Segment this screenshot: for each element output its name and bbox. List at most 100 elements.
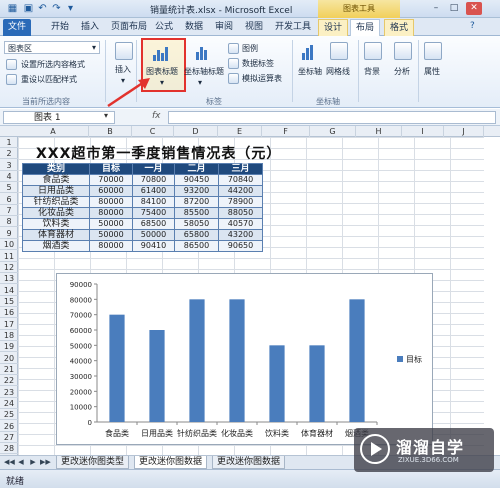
tab-developer[interactable]: 开发工具 — [270, 19, 316, 36]
minimize-button[interactable]: – — [428, 2, 444, 15]
table-header[interactable]: 类别 — [22, 163, 90, 175]
quick-access-dropdown-icon[interactable]: ▾ — [64, 2, 77, 15]
row-header[interactable]: 3 — [0, 160, 18, 171]
value-cell[interactable]: 70800 — [132, 174, 175, 186]
row-header[interactable]: 16 — [0, 307, 18, 319]
function-icon[interactable]: fx — [152, 111, 161, 121]
row-header[interactable]: 14 — [0, 285, 18, 296]
properties-button[interactable]: 属性 — [424, 66, 440, 77]
value-cell[interactable]: 70000 — [89, 174, 133, 186]
reset-style-button[interactable]: 重设以匹配样式 — [21, 74, 77, 85]
row-header[interactable]: 12 — [0, 262, 18, 273]
sheet-tab[interactable]: 更改迷你图数据 — [212, 456, 286, 469]
category-cell[interactable]: 针纺织品类 — [22, 196, 90, 208]
value-cell[interactable]: 85500 — [174, 207, 219, 219]
row-header[interactable]: 15 — [0, 296, 18, 307]
help-icon[interactable]: ? — [470, 21, 475, 31]
value-cell[interactable]: 50000 — [132, 229, 175, 241]
category-cell[interactable]: 饮料类 — [22, 218, 90, 230]
row-header[interactable]: 2 — [0, 148, 18, 160]
column-header[interactable]: J — [444, 126, 484, 137]
row-header[interactable]: 20 — [0, 353, 18, 364]
column-header[interactable]: G — [310, 126, 356, 137]
value-cell[interactable]: 80000 — [89, 240, 133, 252]
value-cell[interactable]: 86500 — [174, 240, 219, 252]
tab-insert[interactable]: 插入 — [76, 19, 104, 36]
value-cell[interactable]: 50000 — [89, 229, 133, 241]
legend-button[interactable]: 图例 — [242, 43, 258, 54]
value-cell[interactable]: 84100 — [132, 196, 175, 208]
category-cell[interactable]: 食品类 — [22, 174, 90, 186]
insert-button[interactable]: 插入 — [115, 64, 131, 75]
row-header[interactable]: 28 — [0, 443, 18, 455]
maximize-button[interactable]: □ — [446, 2, 462, 15]
row-header[interactable]: 21 — [0, 364, 18, 375]
value-cell[interactable]: 87200 — [174, 196, 219, 208]
column-chart[interactable]: 0 10000 20000 30000 40000 50000 60000 70000 8000… — [56, 273, 433, 445]
tab-formulas[interactable]: 公式 — [150, 19, 178, 36]
row-header[interactable]: 22 — [0, 375, 18, 387]
next-sheet-icon[interactable]: ▶ — [28, 457, 38, 468]
column-header[interactable]: F — [262, 126, 310, 137]
value-cell[interactable]: 93200 — [174, 185, 219, 197]
row-header[interactable]: 10 — [0, 239, 18, 251]
category-cell[interactable]: 日用品类 — [22, 185, 90, 197]
column-header[interactable]: H — [356, 126, 402, 137]
category-cell[interactable]: 体育器材 — [22, 229, 90, 241]
value-cell[interactable]: 40570 — [218, 218, 263, 230]
row-header[interactable]: 23 — [0, 387, 18, 398]
chart-element-dropdown[interactable]: 图表区 ▾ — [4, 41, 100, 54]
axes-button[interactable]: 坐标轴 — [298, 66, 322, 77]
tab-layout[interactable]: 布局 — [350, 19, 381, 36]
category-cell[interactable]: 化妆品类 — [22, 207, 90, 219]
chevron-down-icon[interactable]: ▾ — [104, 111, 108, 120]
prev-sheet-icon[interactable]: ◀ — [16, 457, 26, 468]
background-button[interactable]: 背景 — [364, 66, 380, 77]
row-header[interactable]: 17 — [0, 319, 18, 330]
data-labels-button[interactable]: 数据标签 — [242, 58, 274, 69]
redo-icon[interactable]: ↷ — [50, 2, 63, 15]
analysis-button[interactable]: 分析 — [394, 66, 410, 77]
row-header[interactable]: 25 — [0, 409, 18, 421]
gridlines-button[interactable]: 网格线 — [326, 66, 350, 77]
row-header[interactable]: 1 — [0, 137, 18, 148]
first-sheet-icon[interactable]: ◀◀ — [4, 457, 15, 468]
value-cell[interactable]: 61400 — [132, 185, 175, 197]
value-cell[interactable]: 68500 — [132, 218, 175, 230]
column-header[interactable]: E — [218, 126, 262, 137]
undo-icon[interactable]: ↶ — [36, 2, 49, 15]
value-cell[interactable]: 78900 — [218, 196, 263, 208]
table-header[interactable]: 一月 — [132, 163, 175, 175]
row-header[interactable]: 8 — [0, 216, 18, 228]
value-cell[interactable]: 90410 — [132, 240, 175, 252]
table-header[interactable]: 目标 — [89, 163, 133, 175]
row-header[interactable]: 13 — [0, 273, 18, 285]
last-sheet-icon[interactable]: ▶▶ — [40, 457, 51, 468]
column-header[interactable]: B — [89, 126, 132, 137]
value-cell[interactable]: 70840 — [218, 174, 263, 186]
tab-view[interactable]: 视图 — [240, 19, 268, 36]
value-cell[interactable]: 90650 — [218, 240, 263, 252]
row-header[interactable]: 24 — [0, 398, 18, 410]
value-cell[interactable]: 58050 — [174, 218, 219, 230]
table-header[interactable]: 二月 — [174, 163, 219, 175]
row-header[interactable]: 7 — [0, 205, 18, 217]
row-header[interactable]: 5 — [0, 182, 18, 194]
axis-titles-button[interactable]: 坐标轴标题 — [184, 66, 224, 77]
row-header[interactable]: 4 — [0, 171, 18, 183]
value-cell[interactable]: 65800 — [174, 229, 219, 241]
excel-logo-icon[interactable]: ▦ — [6, 2, 19, 15]
sheet-tab[interactable]: 更改迷你图数据 — [134, 456, 208, 469]
tab-home[interactable]: 开始 — [46, 19, 74, 36]
row-header[interactable]: 27 — [0, 432, 18, 444]
value-cell[interactable]: 88050 — [218, 207, 263, 219]
tab-data[interactable]: 数据 — [180, 19, 208, 36]
tab-file[interactable]: 文件 — [3, 19, 32, 36]
value-cell[interactable]: 60000 — [89, 185, 133, 197]
value-cell[interactable]: 90450 — [174, 174, 219, 186]
column-header[interactable]: C — [132, 126, 174, 137]
tab-design[interactable]: 设计 — [318, 19, 349, 36]
value-cell[interactable]: 44200 — [218, 185, 263, 197]
tab-format[interactable]: 格式 — [384, 19, 415, 36]
data-table-button[interactable]: 模拟运算表 — [242, 73, 282, 84]
